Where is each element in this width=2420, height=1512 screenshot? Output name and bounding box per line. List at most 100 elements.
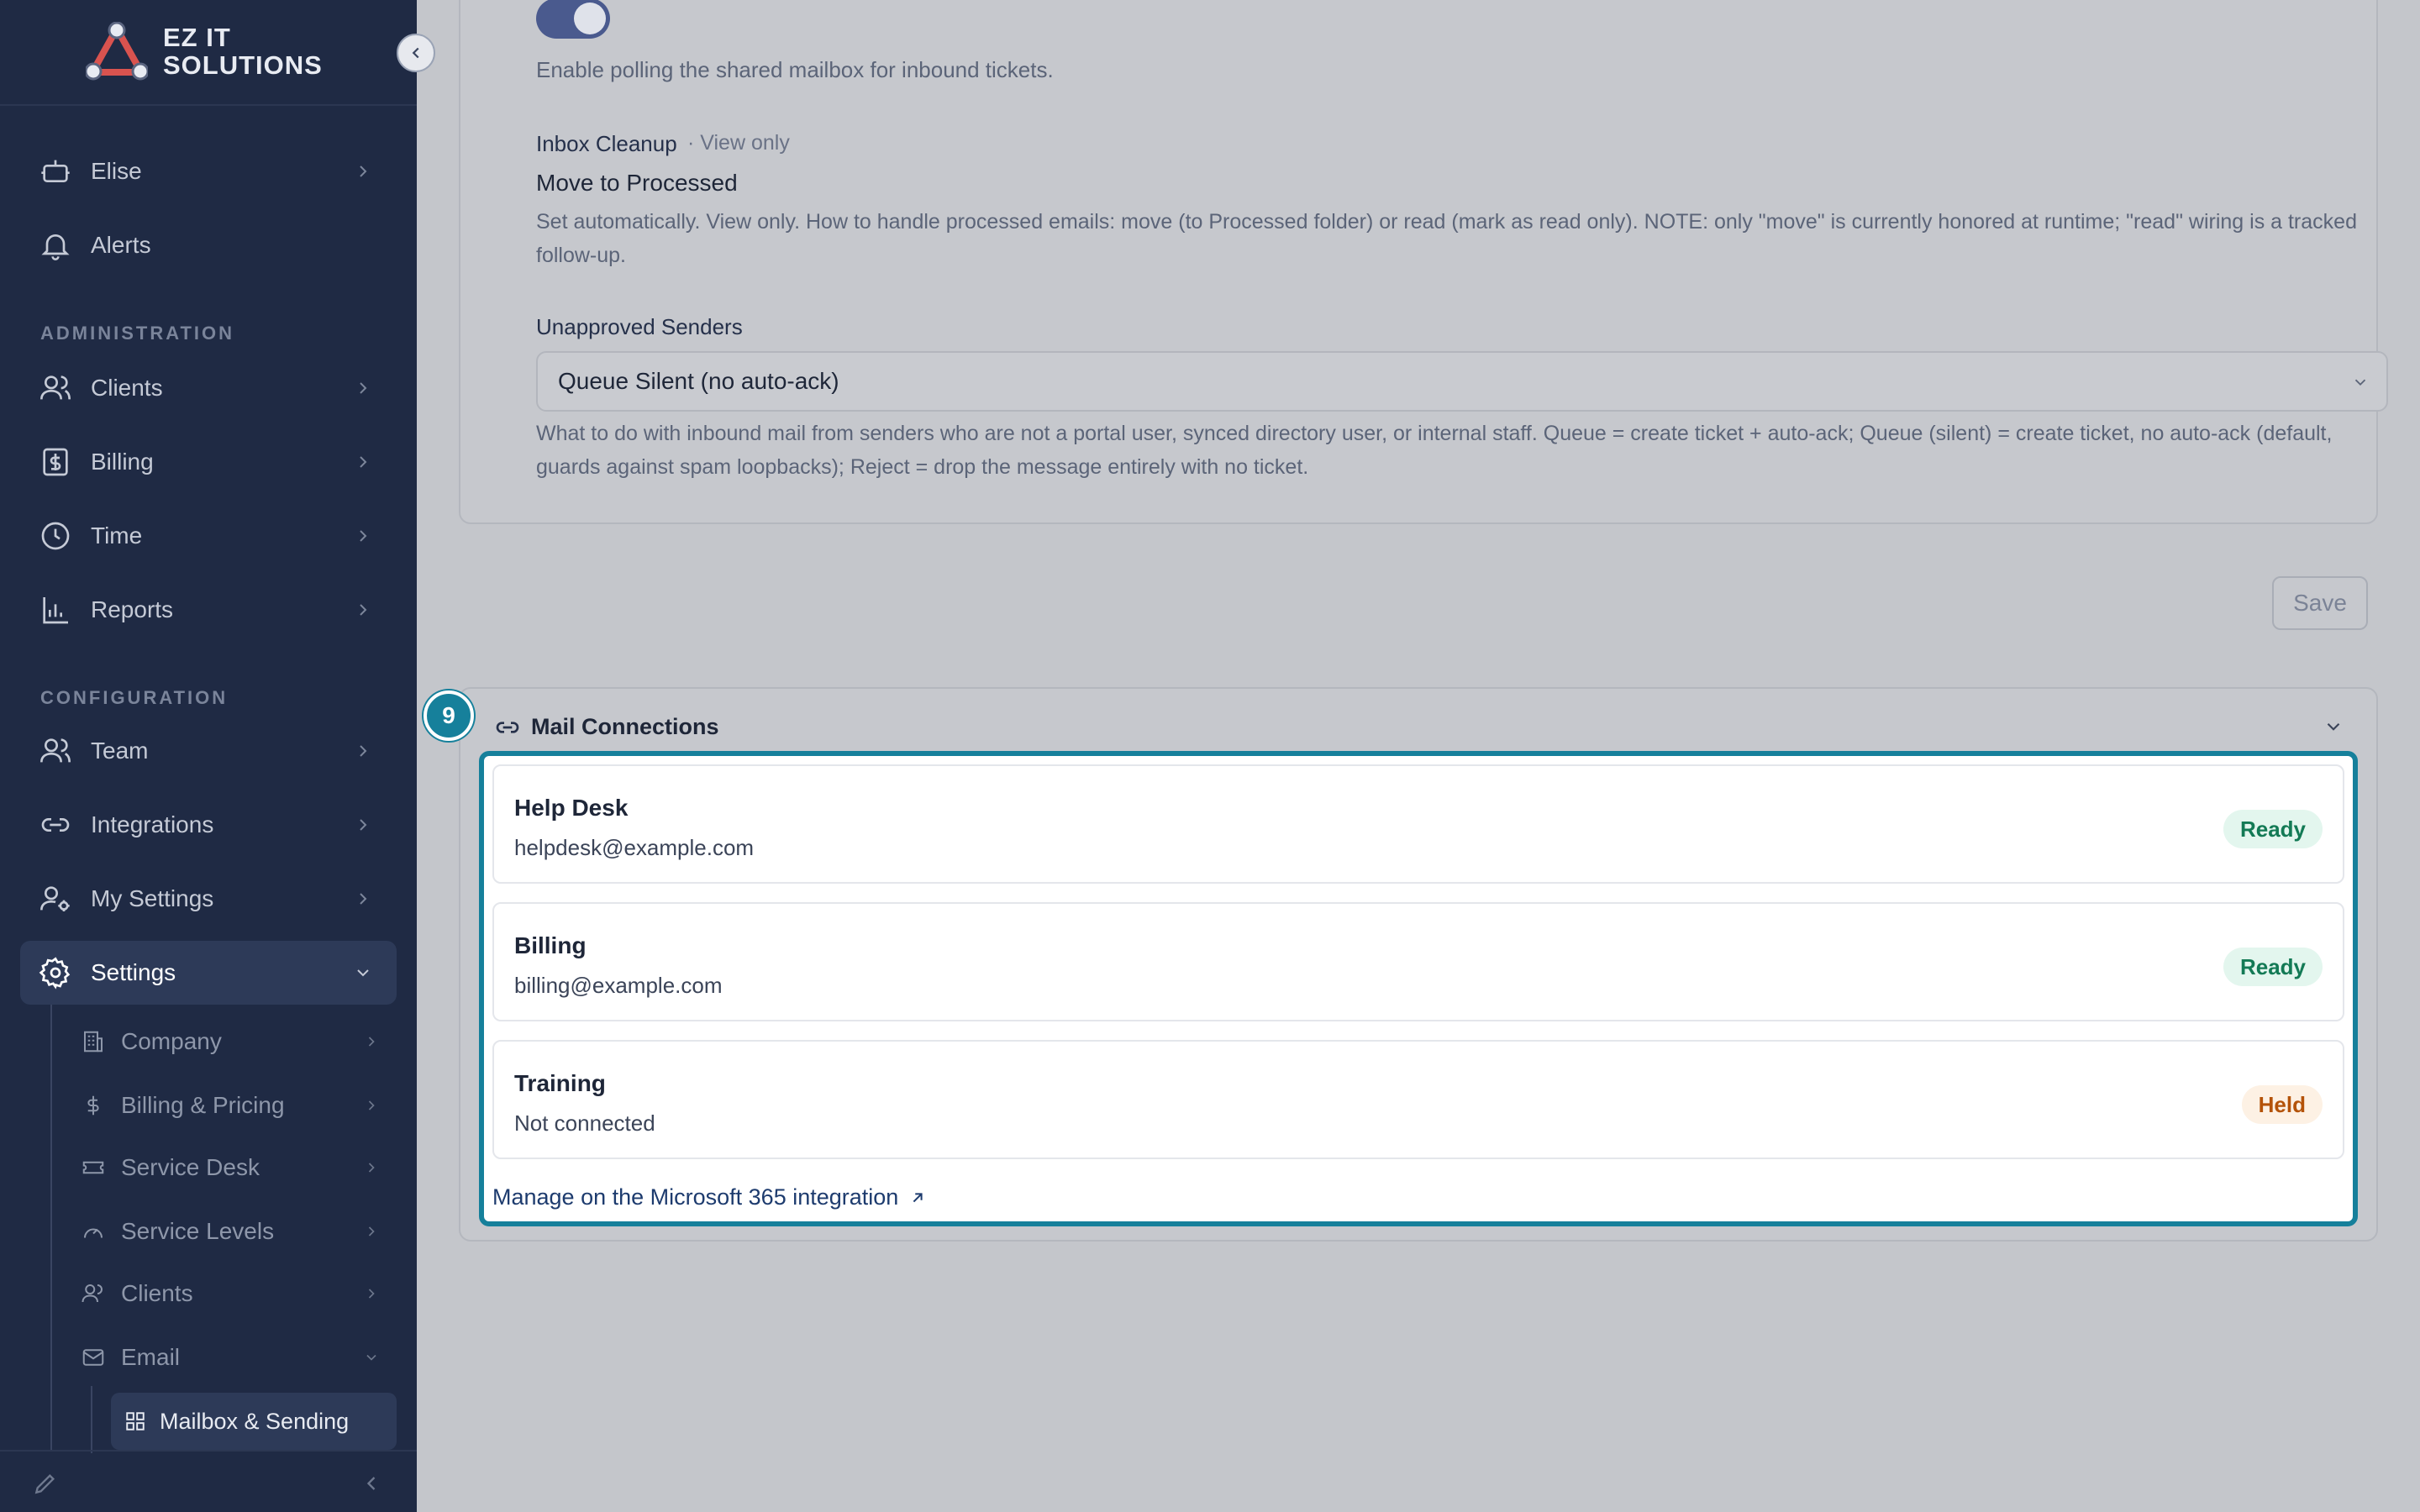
section-label-configuration: CONFIGURATION <box>40 687 229 708</box>
sidebar-item-label: Alerts <box>91 232 151 258</box>
users-icon <box>82 1284 103 1303</box>
ticket-icon <box>82 1161 104 1174</box>
chevron-right-icon <box>360 165 367 177</box>
sidebar-item-team[interactable]: Team <box>20 719 397 783</box>
dollar-doc-icon <box>43 448 68 476</box>
connection-email: helpdesk@example.com <box>514 835 755 860</box>
sidebar-subitem-billing-pricing[interactable]: Billing & Pricing <box>71 1079 397 1132</box>
sidebar-item-settings[interactable]: Settings <box>20 941 397 1005</box>
connection-status-text: Not connected <box>514 1110 655 1136</box>
sidebar-subitem-service-levels[interactable]: Service Levels <box>71 1205 397 1258</box>
sidebar-item-integrations[interactable]: Integrations <box>20 793 397 857</box>
sidebar-item-billing[interactable]: Billing <box>20 430 397 494</box>
polling-description: Enable polling the shared mailbox for in… <box>536 57 1054 82</box>
logo-icon <box>86 22 148 81</box>
grid-icon <box>126 1412 145 1431</box>
pencil-icon[interactable] <box>32 1470 59 1497</box>
status-badge: Ready <box>2223 810 2323 848</box>
chevron-down-icon[interactable] <box>2323 716 2344 738</box>
building-icon <box>84 1031 103 1053</box>
sidebar-subitem-mailbox-sending[interactable]: Mailbox & Sending <box>111 1393 397 1450</box>
link-icon <box>496 722 519 733</box>
chevron-down-icon <box>2354 379 2366 386</box>
sidebar-item-alerts[interactable]: Alerts <box>20 213 397 277</box>
mail-connections-highlight: Help Desk helpdesk@example.com Ready Bil… <box>479 751 2358 1226</box>
chevron-right-icon <box>360 456 367 468</box>
unapproved-senders-label: Unapproved Senders <box>536 314 743 339</box>
chevron-right-icon <box>360 819 367 831</box>
brand-name-line1: EZ IT <box>163 23 231 52</box>
sidebar-item-time[interactable]: Time <box>20 504 397 568</box>
polling-toggle[interactable] <box>536 0 610 39</box>
sidebar: EZ IT SOLUTIONS Elise Alerts ADMINISTRAT… <box>0 0 417 1512</box>
sidebar-subitem-label: Service Levels <box>121 1218 275 1244</box>
sidebar-header: EZ IT SOLUTIONS <box>0 0 417 106</box>
sidebar-item-label: Team <box>91 738 149 764</box>
select-value: Queue Silent (no auto-ack) <box>558 368 839 394</box>
chevron-right-icon <box>360 604 367 616</box>
connection-email: billing@example.com <box>514 973 723 998</box>
mail-connections-title: Mail Connections <box>531 714 719 739</box>
users-icon <box>40 738 71 763</box>
sidebar-item-label: Settings <box>91 959 176 985</box>
connection-card-billing[interactable]: Billing billing@example.com Ready <box>492 902 2344 1021</box>
connection-card-training[interactable]: Training Not connected Held <box>492 1040 2344 1159</box>
sidebar-collapse-button[interactable] <box>397 34 435 72</box>
sidebar-item-label: Billing <box>91 449 154 475</box>
external-link-icon <box>913 1192 923 1202</box>
sidebar-item-label: Time <box>91 522 143 549</box>
chevron-right-icon <box>368 1289 375 1299</box>
dollar-icon <box>87 1095 99 1116</box>
sidebar-subitem-label: Company <box>121 1028 222 1054</box>
sidebar-item-elise[interactable]: Elise <box>20 139 397 203</box>
connection-name: Billing <box>514 932 587 958</box>
sidebar-item-label: Integrations <box>91 811 214 837</box>
step-badge: 9 <box>424 690 474 741</box>
sidebar-subitem-label: Clients <box>121 1280 193 1306</box>
sidebar-item-reports[interactable]: Reports <box>20 578 397 642</box>
manage-integration-link[interactable]: Manage on the Microsoft 365 integration <box>492 1184 927 1210</box>
sidebar-subitem-email[interactable]: Email <box>71 1331 397 1384</box>
chevron-right-icon <box>360 893 367 905</box>
sidebar-subitem-service-desk[interactable]: Service Desk <box>71 1141 397 1194</box>
sidebar-item-label: Reports <box>91 596 174 622</box>
user-gear-icon <box>40 886 70 911</box>
manage-link-label: Manage on the Microsoft 365 integration <box>492 1184 899 1210</box>
sidebar-subitem-clients[interactable]: Clients <box>71 1267 397 1320</box>
chevron-down-icon <box>357 969 369 977</box>
bar-chart-icon <box>43 597 68 624</box>
submenu-guide-line-nested <box>91 1386 92 1453</box>
connection-card-help-desk[interactable]: Help Desk helpdesk@example.com Ready <box>492 764 2344 884</box>
sidebar-subitem-label: Service Desk <box>121 1154 260 1180</box>
collapse-sidebar-icon[interactable] <box>360 1472 383 1495</box>
inbox-cleanup-description: Set automatically. View only. How to han… <box>536 210 2357 267</box>
brand-name: EZ IT SOLUTIONS <box>163 24 381 79</box>
chevron-right-icon <box>360 382 367 394</box>
chevron-right-icon <box>360 745 367 757</box>
save-button[interactable]: Save <box>2272 576 2368 630</box>
connection-name: Training <box>514 1070 606 1096</box>
mailbox-settings-card: Enable polling the shared mailbox for in… <box>459 0 2388 524</box>
view-only-tag: · View only <box>687 131 790 155</box>
toggle-knob <box>574 3 606 34</box>
section-label-administration: ADMINISTRATION <box>40 323 235 344</box>
chevron-down-icon <box>366 1354 376 1361</box>
sidebar-subitem-label: Mailbox & Sending <box>160 1408 350 1434</box>
mail-icon <box>82 1349 104 1366</box>
sidebar-subitem-label: Billing & Pricing <box>121 1092 285 1118</box>
robot-icon <box>41 160 70 182</box>
connection-name: Help Desk <box>514 795 629 821</box>
sidebar-item-clients[interactable]: Clients <box>20 356 397 420</box>
unapproved-senders-description: What to do with inbound mail from sender… <box>536 422 2333 479</box>
bell-icon <box>41 234 70 260</box>
sidebar-subitem-company[interactable]: Company <box>71 1015 397 1068</box>
brand-name-line2: SOLUTIONS <box>163 50 323 80</box>
chevron-left-icon <box>412 47 419 59</box>
inbox-cleanup-label: Inbox Cleanup <box>536 131 677 156</box>
sidebar-subitem-label: Email <box>121 1344 181 1370</box>
sidebar-item-my-settings[interactable]: My Settings <box>20 867 397 931</box>
unapproved-senders-select[interactable]: Queue Silent (no auto-ack) <box>536 351 2388 412</box>
sidebar-item-label: My Settings <box>91 885 214 911</box>
chevron-right-icon <box>368 1226 375 1236</box>
chevron-right-icon <box>368 1100 375 1110</box>
